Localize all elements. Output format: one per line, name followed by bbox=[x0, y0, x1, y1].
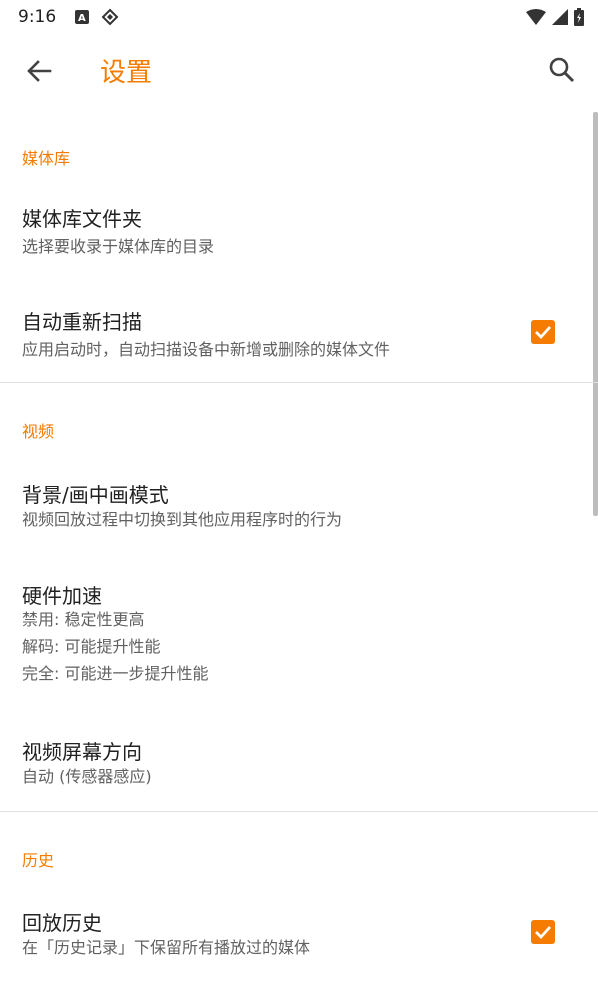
auto-rescan-checkbox[interactable] bbox=[531, 320, 555, 344]
pref-title: 自动重新扫描 bbox=[22, 310, 142, 334]
divider bbox=[0, 382, 598, 383]
pref-hardware-acceleration[interactable]: 硬件加速 禁用: 稳定性更高 解码: 可能提升性能 完全: 可能进一步提升性能 bbox=[0, 580, 598, 690]
section-header-video: 视频 bbox=[22, 422, 55, 441]
svg-text:A: A bbox=[78, 13, 86, 24]
pref-playback-history[interactable]: 回放历史 在「历史记录」下保留所有播放过的媒体 bbox=[0, 907, 598, 967]
divider bbox=[0, 811, 598, 812]
pref-auto-rescan[interactable]: 自动重新扫描 应用启动时，自动扫描设备中新增或删除的媒体文件 bbox=[0, 306, 598, 376]
pref-video-screen-orientation[interactable]: 视频屏幕方向 自动 (传感器感应) bbox=[0, 736, 598, 796]
pref-title: 硬件加速 bbox=[22, 584, 102, 608]
pref-summary-line: 完全: 可能进一步提升性能 bbox=[22, 664, 209, 683]
pref-summary-line: 解码: 可能提升性能 bbox=[22, 637, 161, 656]
pref-media-library-folders[interactable]: 媒体库文件夹 选择要收录于媒体库的目录 bbox=[0, 203, 598, 273]
pref-summary: 应用启动时，自动扫描设备中新增或删除的媒体文件 bbox=[22, 340, 391, 359]
battery-icon bbox=[574, 8, 584, 30]
page-title: 设置 bbox=[100, 58, 153, 88]
signal-icon bbox=[552, 9, 568, 29]
pref-summary: 在「历史记录」下保留所有播放过的媒体 bbox=[22, 938, 311, 957]
tag-notification-icon bbox=[101, 8, 119, 30]
pref-title: 回放历史 bbox=[22, 911, 102, 935]
status-time: 9:16 bbox=[18, 7, 57, 27]
status-bar: 9:16 A bbox=[0, 0, 598, 34]
a-notification-icon: A bbox=[75, 10, 89, 24]
wifi-icon bbox=[526, 9, 546, 29]
pref-title: 背景/画中画模式 bbox=[22, 483, 169, 507]
section-header-history: 历史 bbox=[22, 851, 55, 870]
section-header-media-library: 媒体库 bbox=[22, 149, 71, 168]
search-button[interactable] bbox=[546, 54, 578, 86]
back-button[interactable] bbox=[22, 54, 56, 88]
pref-summary: 视频回放过程中切换到其他应用程序时的行为 bbox=[22, 510, 343, 529]
arrow-back-icon bbox=[22, 60, 56, 92]
pref-background-pip-mode[interactable]: 背景/画中画模式 视频回放过程中切换到其他应用程序时的行为 bbox=[0, 479, 598, 539]
search-icon bbox=[546, 57, 578, 90]
pref-summary: 自动 (传感器感应) bbox=[22, 767, 152, 786]
pref-title: 媒体库文件夹 bbox=[22, 207, 142, 231]
toolbar: 设置 bbox=[0, 34, 598, 110]
pref-summary: 选择要收录于媒体库的目录 bbox=[22, 237, 215, 256]
pref-summary-line: 禁用: 稳定性更高 bbox=[22, 610, 145, 629]
playback-history-checkbox[interactable] bbox=[531, 920, 555, 944]
pref-title: 视频屏幕方向 bbox=[22, 740, 142, 764]
